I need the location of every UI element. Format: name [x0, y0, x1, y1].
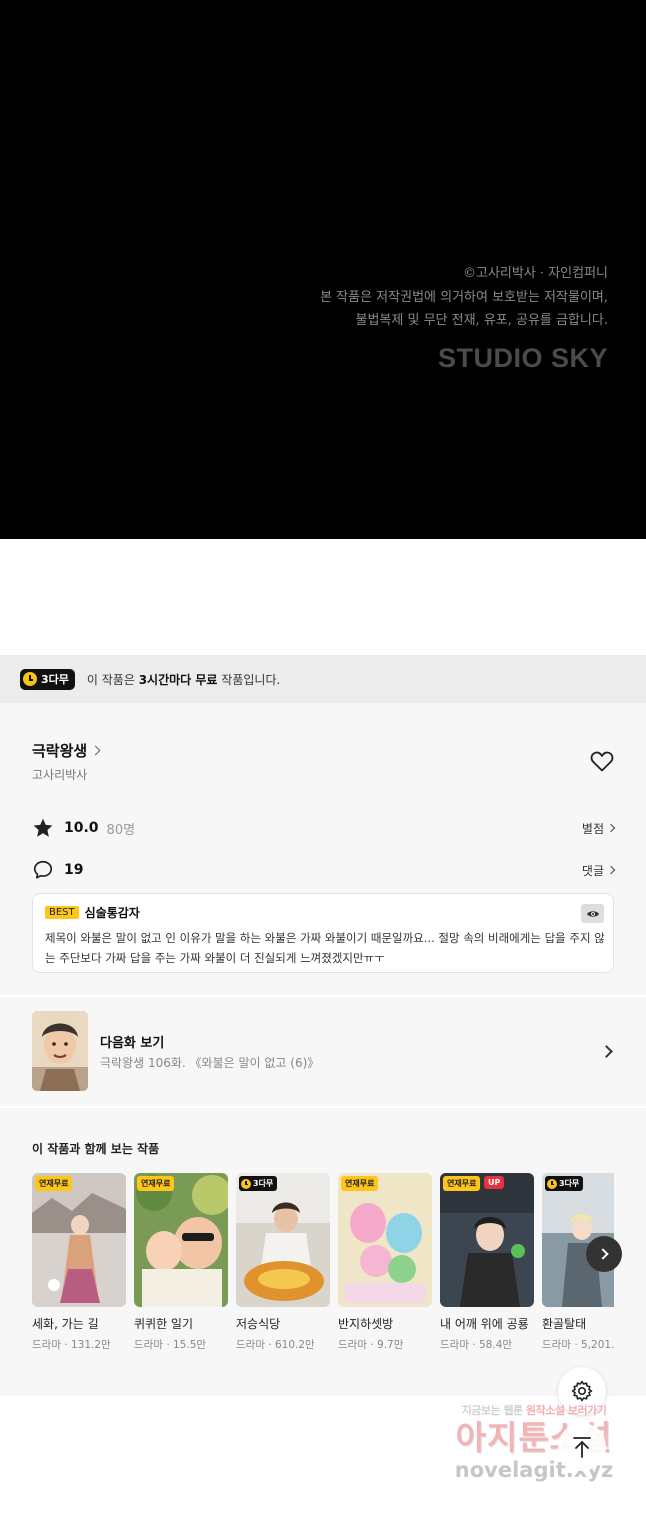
copyright-line: 불법복제 및 무단 전재, 유포, 공유를 금합니다. [355, 313, 608, 328]
recommendation-meta: 드라마 · 15.5만 [134, 1339, 207, 1351]
spoiler-toggle-button[interactable] [581, 904, 604, 923]
work-title-link[interactable]: 극락왕생 [32, 740, 101, 761]
watermark-line1-a: 지금보는 웹툰 [461, 1404, 527, 1417]
chevron-right-icon [600, 1045, 613, 1058]
recommendation-badge-label: 3다무 [559, 1179, 580, 1188]
rating-row: 10.0 80명 별점 [32, 816, 616, 840]
recommendation-badge: 연재무료 [341, 1176, 379, 1191]
recommendation-title: 환골탈태 [542, 1317, 587, 1331]
recommendation-badge: 3다무 [239, 1176, 278, 1191]
recommendation-card[interactable]: 3다무 저승식당 드라마 · 610.2만 [236, 1173, 330, 1352]
recommendation-badge: 3다무 [545, 1176, 584, 1191]
best-comment-user: 심술통감자 [84, 906, 140, 920]
recommendations-heading: 이 작품과 함께 보는 작품 [32, 1142, 160, 1156]
comment-icon [33, 860, 53, 879]
comment-count: 19 [64, 862, 84, 878]
recommendations-carousel: 연재무료 세화, 가는 길 드라마 · 131.2만 연재무료 퀴퀴한 일기 드… [32, 1173, 614, 1383]
star-icon [33, 818, 53, 837]
recommendation-cover: 3다무 [236, 1173, 330, 1307]
recommendation-title: 저승식당 [236, 1317, 281, 1331]
comment-link[interactable]: 댓글 [581, 862, 616, 879]
gear-icon [571, 1380, 593, 1402]
episode-last-panel: ©고사리박사 · 자인컴퍼니 본 작품은 저작권법에 의거하여 보호받는 저작물… [0, 0, 646, 539]
best-comment-header: BEST 심술통감자 [45, 904, 140, 921]
recommendation-card[interactable]: 연재무료 퀴퀴한 일기 드라마 · 15.5만 [134, 1173, 228, 1352]
next-episode-subtitle: 극락왕생 106화. 《와불은 말이 없고 (6)》 [100, 1056, 320, 1070]
carousel-next-button[interactable] [586, 1236, 622, 1272]
recommendation-badge-label: 3다무 [253, 1179, 274, 1188]
next-episode-thumbnail [32, 1011, 88, 1091]
recommendation-cover: 연재무료 [134, 1173, 228, 1307]
watermark-line1-b: 원작소설 보러가기 [526, 1404, 607, 1417]
recommendations-section: 이 작품과 함께 보는 작품 연재무료 세화, 가는 길 드라마 · 131.2… [0, 1108, 646, 1396]
free-info-text-pre: 이 작품은 [86, 672, 139, 687]
arrow-up-icon [573, 1437, 591, 1458]
recommendation-badge: 연재무료 [35, 1176, 73, 1191]
next-episode-card[interactable]: 다음화 보기 극락왕생 106화. 《와불은 말이 없고 (6)》 [0, 997, 646, 1106]
copyright-notice: ©고사리박사 · 자인컴퍼니 본 작품은 저작권법에 의거하여 보호받는 저작물… [320, 262, 608, 333]
recommendation-meta: 드라마 · 5,201.4만 [542, 1339, 614, 1351]
chevron-right-icon [606, 823, 616, 833]
wait-free-badge: 3다무 [20, 668, 75, 690]
recommendation-cover: 연재무료 [338, 1173, 432, 1307]
recommendation-cover: 연재무료 UP [440, 1173, 534, 1307]
recommendation-badge: 연재무료 [443, 1176, 481, 1191]
rating-link-label: 별점 [581, 821, 604, 836]
recommendation-title: 반지하셋방 [338, 1317, 394, 1331]
comment-row: 19 댓글 [32, 858, 616, 882]
heart-icon[interactable] [590, 750, 614, 772]
best-comment-card[interactable]: BEST 심술통감자 제목이 와불은 말이 없고 인 이유가 말을 하는 와불은… [32, 893, 614, 973]
work-author: 고사리박사 [32, 768, 88, 782]
recommendation-title: 세화, 가는 길 [32, 1317, 99, 1331]
rating-count: 80명 [106, 822, 136, 838]
rating-value: 10.0 [64, 820, 99, 836]
best-comment-text: 제목이 와불은 말이 없고 인 이유가 말을 하는 와불은 가짜 와불이기 때문… [45, 931, 605, 965]
wait-free-badge-label: 3다무 [41, 673, 69, 686]
eye-icon [586, 910, 599, 917]
rating-link[interactable]: 별점 [581, 820, 616, 837]
viewer-page: ©고사리박사 · 자인컴퍼니 본 작품은 저작권법에 의거하여 보호받는 저작물… [0, 0, 646, 1513]
scroll-top-button[interactable] [558, 1423, 606, 1471]
chevron-right-icon [90, 745, 101, 756]
best-tag: BEST [45, 906, 79, 919]
copyright-line: ©고사리박사 · 자인컴퍼니 [463, 266, 608, 281]
recommendation-title: 퀴퀴한 일기 [134, 1317, 194, 1331]
recommendation-title: 내 어깨 위에 공룡 [440, 1317, 529, 1331]
chevron-right-icon [596, 1248, 609, 1260]
free-info-banner: 3다무 이 작품은 3시간마다 무료 작품입니다. [0, 655, 646, 703]
recommendation-meta: 드라마 · 9.7만 [338, 1339, 404, 1351]
recommendation-meta: 드라마 · 610.2만 [236, 1339, 315, 1351]
free-info-text: 이 작품은 3시간마다 무료 작품입니다. [87, 671, 280, 688]
recommendation-meta: 드라마 · 58.4만 [440, 1339, 513, 1351]
recommendation-cover: 연재무료 [32, 1173, 126, 1307]
recommendation-meta: 드라마 · 131.2만 [32, 1339, 111, 1351]
work-info-panel: 극락왕생 고사리박사 10.0 80명 별점 19 댓글 BEST 심술통감자 … [0, 703, 646, 995]
clock-icon [23, 672, 37, 686]
work-title: 극락왕생 [32, 742, 88, 760]
clock-icon [241, 1178, 251, 1189]
recommendation-card[interactable]: 연재무료 세화, 가는 길 드라마 · 131.2만 [32, 1173, 126, 1352]
chevron-right-icon [606, 865, 616, 875]
next-episode-title: 다음화 보기 [100, 1036, 165, 1051]
recommendation-card[interactable]: 연재무료 UP 내 어깨 위에 공룡 드라마 · 58.4만 [440, 1173, 534, 1352]
watermark-line1: 지금보는 웹툰 원작소설 보러가기 [444, 1402, 624, 1418]
comment-link-label: 댓글 [581, 863, 604, 878]
copyright-line: 본 작품은 저작권법에 의거하여 보호받는 저작물이며, [320, 289, 608, 305]
free-info-text-post: 작품입니다. [217, 672, 281, 687]
recommendation-card[interactable]: 연재무료 반지하셋방 드라마 · 9.7만 [338, 1173, 432, 1352]
recommendation-badge: 연재무료 [137, 1176, 175, 1191]
update-badge: UP [484, 1176, 505, 1189]
free-info-text-bold: 3시간마다 무료 [138, 672, 218, 687]
studio-logo: STUDIO SKY [437, 343, 608, 373]
clock-icon [547, 1178, 557, 1189]
